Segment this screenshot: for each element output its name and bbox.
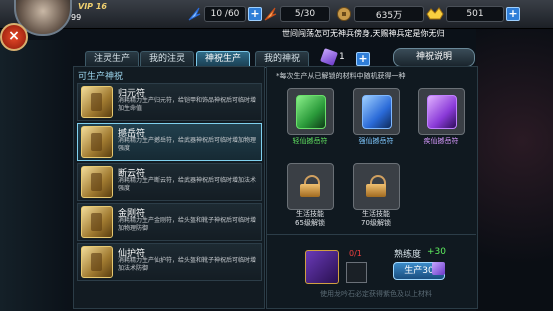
jade-icon: [320, 48, 338, 66]
recipe-item[interactable]: 断云符 消耗精力生产断云符，给武器神祝后可临时增加法术强度: [77, 163, 262, 201]
output-label: 强仙撼岳符: [358, 137, 394, 145]
unlock-level: 70级解锁: [361, 219, 391, 227]
add-stamina-button[interactable]: +: [248, 7, 262, 21]
output-label: 轻仙撼岳符: [292, 137, 328, 145]
recipe-desc: 消耗精力生产断云符，给武器神祝后可临时增加法术强度: [118, 177, 257, 192]
recipe-desc: 消耗精力生产仙护符，给头盔和靴子神祝后可临时增加法术防御: [118, 257, 257, 272]
resource-stamina: 10 /60 +: [186, 4, 262, 24]
locked-slot[interactable]: [353, 163, 400, 210]
dragon-stone-hint: 使用龙吟石必定获得紫色及以上材料: [320, 290, 432, 298]
add-jade-button[interactable]: +: [356, 52, 370, 66]
lock-icon: [300, 175, 320, 197]
blessing-info-button[interactable]: 神祝说明: [393, 48, 475, 67]
recipe-item[interactable]: 仙护符 消耗精力生产仙护符，给头盔和靴子神祝后可临时增加法术防御: [77, 243, 262, 281]
divider: [266, 234, 476, 235]
recipe-item-selected[interactable]: 撼岳符 消耗精力生产撼岳符，给武器神祝后可临时增加物理强度: [77, 123, 262, 161]
coin-value: 635万: [354, 6, 424, 22]
output-slot[interactable]: [353, 88, 400, 135]
talisman-icon: [362, 95, 392, 129]
background-art: [476, 28, 553, 311]
talisman-icon: [427, 95, 457, 129]
random-output-tip: *每次生产从已解锁的材料中随机获得一种: [276, 72, 406, 80]
player-level: 99: [71, 13, 82, 22]
resource-energy: 5/30: [262, 4, 330, 24]
jade-value: 1: [339, 52, 345, 62]
recipe-item[interactable]: 归元符 消耗精力生产归元符，给铠甲和饰品神祝后可临时增加生命值: [77, 83, 262, 121]
unlock-level: 65级解锁: [295, 219, 325, 227]
coin-icon: [337, 7, 351, 21]
proficiency-value: +30: [427, 247, 446, 257]
add-gold-button[interactable]: +: [506, 7, 520, 21]
energy-value: 5/30: [280, 6, 330, 22]
close-button[interactable]: ×: [0, 23, 28, 51]
background-left: [0, 40, 73, 311]
energy-feather-icon: [264, 7, 277, 21]
talisman-icon: [81, 246, 113, 278]
talisman-icon: [81, 166, 113, 198]
talisman-icon: [81, 126, 113, 158]
gold-value: 501: [446, 6, 504, 22]
recipe-list-title: 可生产神祝: [78, 72, 124, 82]
stamina-value: 10 /60: [204, 6, 246, 22]
resource-gold: 501 +: [426, 4, 520, 24]
output-slot[interactable]: [287, 88, 334, 135]
announcement-ticker: 世间闯荡怎可无神兵傍身,天赐神兵定是你无归: [282, 29, 445, 38]
lock-icon: [366, 175, 386, 197]
talisman-icon: [81, 206, 113, 238]
recipe-desc: 消耗精力生产撼岳符，给武器神祝后可临时增加物理强度: [118, 137, 257, 152]
recipe-desc: 消耗精力生产归元符，给铠甲和饰品神祝后可临时增加生命值: [118, 97, 257, 112]
output-slot[interactable]: [418, 88, 465, 135]
jade-icon: [432, 262, 445, 275]
dragon-stone-slot[interactable]: [305, 250, 339, 284]
vip-badge: VIP 16: [78, 2, 107, 11]
resource-coin: 635万: [336, 4, 424, 24]
close-icon: ×: [8, 28, 20, 44]
recipe-item[interactable]: 金刚符 消耗精力生产金刚符，给头盔和靴子神祝后可临时增加物理防御: [77, 203, 262, 241]
proficiency-label: 熟练度: [394, 250, 422, 260]
gold-ingot-icon: [426, 7, 444, 20]
locked-slot[interactable]: [287, 163, 334, 210]
talisman-icon: [296, 95, 326, 129]
stamina-feather-icon: [188, 7, 201, 21]
output-label: 疾仙撼岳符: [423, 137, 459, 145]
material-checkbox[interactable]: [346, 262, 367, 283]
material-count: 0/1: [349, 249, 362, 258]
recipe-desc: 消耗精力生产金刚符，给头盔和靴子神祝后可临时增加物理防御: [118, 217, 257, 232]
talisman-icon: [81, 86, 113, 118]
